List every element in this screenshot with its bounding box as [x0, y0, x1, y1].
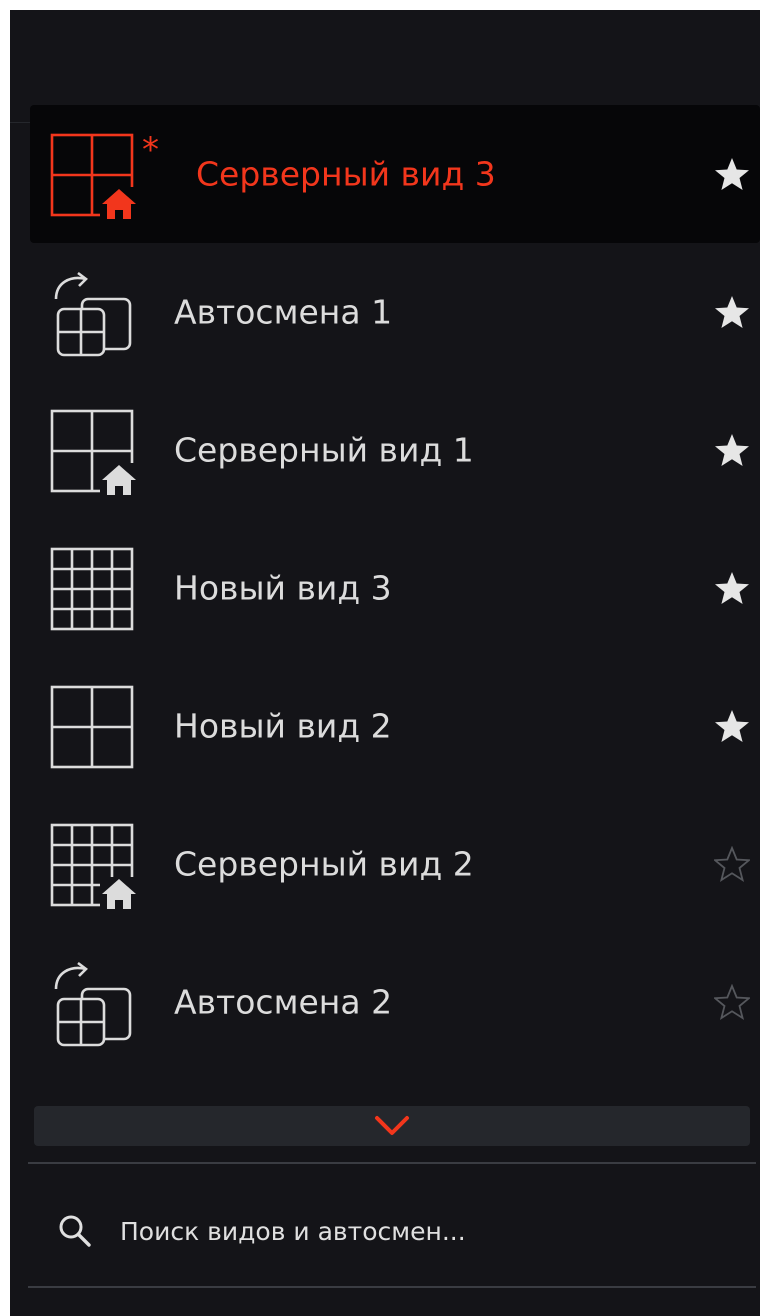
chevron-down-icon	[375, 1116, 409, 1135]
view-item[interactable]: Автосмена 1	[30, 243, 760, 381]
view-label: Автосмена 1	[174, 292, 393, 332]
view-label: Новый вид 3	[174, 568, 392, 608]
view-label: Серверный вид 3	[196, 154, 496, 194]
view-item[interactable]: Серверный вид 1	[30, 381, 760, 519]
layout-4x4-icon	[48, 545, 140, 637]
views-list: * Серверный вид 3 Автосмена 1 Серверный …	[30, 105, 760, 1071]
autoswitch-icon	[48, 269, 140, 361]
view-item[interactable]: Новый вид 3	[30, 519, 760, 657]
view-label: Автосмена 2	[174, 982, 393, 1022]
view-item[interactable]: * Серверный вид 3	[30, 105, 760, 243]
layout-2x2-server-icon	[48, 131, 140, 223]
view-item[interactable]: Новый вид 2	[30, 657, 760, 795]
favorite-star-icon[interactable]	[714, 294, 750, 330]
search-input[interactable]	[120, 1206, 720, 1256]
modified-marker: *	[142, 130, 159, 170]
favorite-star-icon[interactable]	[714, 846, 750, 882]
search-bar	[28, 1186, 756, 1276]
view-label: Серверный вид 2	[174, 844, 474, 884]
view-item[interactable]: Серверный вид 2	[30, 795, 760, 933]
favorite-star-icon[interactable]	[714, 708, 750, 744]
view-label: Серверный вид 1	[174, 430, 474, 470]
view-label: Новый вид 2	[174, 706, 392, 746]
layout-4x4-server-icon	[48, 821, 140, 913]
divider	[28, 1286, 756, 1288]
favorite-star-icon[interactable]	[714, 156, 750, 192]
favorite-star-icon[interactable]	[714, 570, 750, 606]
view-item[interactable]: Автосмена 2	[30, 933, 760, 1071]
views-panel: * Серверный вид 3 Автосмена 1 Серверный …	[10, 10, 760, 1316]
search-icon	[59, 1215, 91, 1247]
layout-2x2-server-icon	[48, 407, 140, 499]
autoswitch-icon	[48, 959, 140, 1051]
layout-2x2-icon	[48, 683, 140, 775]
divider	[28, 1162, 756, 1164]
favorite-star-icon[interactable]	[714, 984, 750, 1020]
favorite-star-icon[interactable]	[714, 432, 750, 468]
expand-list-button[interactable]	[34, 1106, 750, 1146]
